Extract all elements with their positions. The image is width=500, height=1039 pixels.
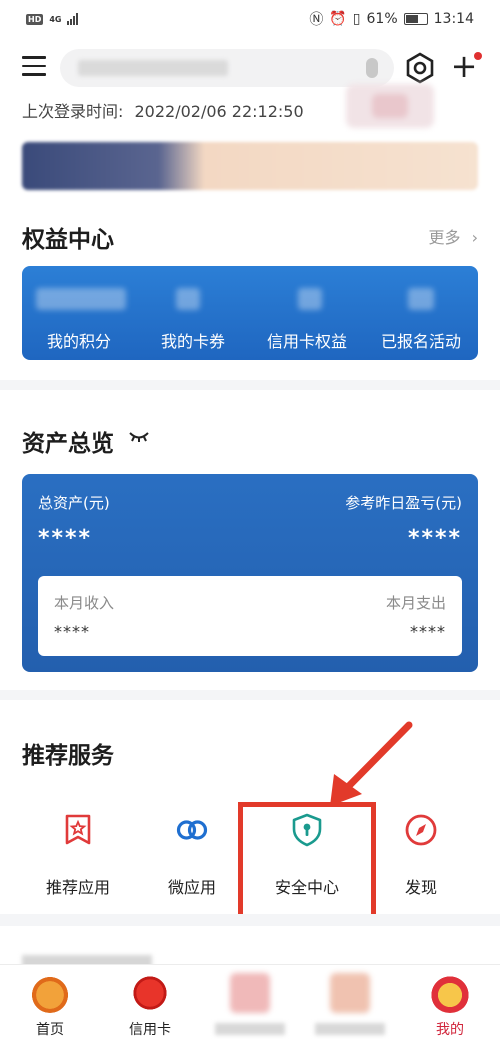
- bottom-tab-bar: 首页 信用卡 我的: [0, 964, 500, 1039]
- last-login-value: 2022/02/06 22:12:50: [134, 102, 304, 121]
- star-flag-icon: [65, 814, 91, 845]
- rights-value-blurred: [176, 288, 200, 310]
- blurred-icon: [330, 973, 370, 1013]
- rights-item-activities[interactable]: 已报名活动: [364, 328, 478, 352]
- vibrate-icon: ▯: [352, 11, 361, 27]
- link-rings-icon: [176, 820, 208, 840]
- last-login: 上次登录时间: 2022/02/06 22:12:50: [22, 98, 304, 122]
- nfc-icon: Ⓝ: [309, 12, 324, 28]
- month-summary: 本月收入 本月支出 **** ****: [38, 576, 462, 656]
- signal-icon: [67, 13, 79, 25]
- network-label: 4G: [49, 14, 62, 24]
- lantern-icon: [130, 973, 170, 1013]
- more-link[interactable]: 更多 ›: [428, 224, 478, 248]
- rights-item-points[interactable]: 我的积分: [22, 328, 136, 352]
- section-divider: [0, 380, 500, 390]
- rights-card: 我的积分 我的卡券 信用卡权益 已报名活动: [22, 266, 478, 360]
- yesterday-pnl-label: 参考昨日盈亏(元): [345, 494, 462, 512]
- hamburger-menu-icon[interactable]: [22, 56, 46, 78]
- tab-label-blurred: [215, 1023, 285, 1035]
- tab-blurred-1[interactable]: [200, 965, 300, 1039]
- hd-icon: HD: [26, 13, 44, 25]
- battery-percent: 61%: [366, 11, 398, 27]
- avatar[interactable]: [346, 84, 434, 128]
- service-label: 发现: [404, 878, 437, 897]
- lion-mascot-icon: [430, 973, 470, 1013]
- tab-blurred-2[interactable]: [300, 965, 400, 1039]
- rights-value-blurred: [36, 288, 126, 310]
- search-placeholder-blurred: [78, 60, 228, 76]
- compass-icon: [405, 814, 437, 846]
- alarm-icon: ⏰: [329, 11, 347, 27]
- section-divider: [0, 914, 500, 926]
- status-bar: HD 4G Ⓝ ⏰ ▯ 61% 13:14: [0, 0, 500, 38]
- search-input[interactable]: [60, 49, 394, 87]
- service-label: 推荐应用: [45, 878, 110, 897]
- status-right: Ⓝ ⏰ ▯ 61% 13:14: [309, 9, 474, 29]
- month-income-label: 本月收入: [54, 594, 115, 612]
- promo-banner[interactable]: [22, 142, 478, 190]
- service-label: 微应用: [167, 878, 216, 897]
- assets-title: 资产总览: [22, 431, 114, 457]
- rights-item-credit-benefits[interactable]: 信用卡权益: [250, 328, 364, 352]
- service-discover[interactable]: 发现: [371, 812, 471, 898]
- tab-label: 首页: [36, 1022, 64, 1038]
- rights-item-coupons[interactable]: 我的卡券: [136, 328, 250, 352]
- hexagon-scan-icon[interactable]: [404, 52, 436, 84]
- services-title: 推荐服务: [22, 743, 114, 769]
- last-login-label: 上次登录时间:: [22, 102, 124, 121]
- service-micro-apps[interactable]: 微应用: [142, 812, 242, 898]
- month-income-value: ****: [54, 622, 90, 641]
- chevron-right-icon: ›: [471, 228, 478, 247]
- tab-credit-card[interactable]: 信用卡: [100, 965, 200, 1039]
- status-left: HD 4G: [26, 13, 79, 25]
- eye-closed-icon[interactable]: [128, 430, 150, 444]
- tab-label-blurred: [315, 1023, 385, 1035]
- rights-value-blurred: [408, 288, 434, 310]
- clock: 13:14: [433, 11, 474, 27]
- notification-dot: [474, 52, 482, 60]
- month-expense-value: ****: [410, 622, 446, 641]
- month-expense-label: 本月支出: [385, 594, 446, 612]
- tab-label: 我的: [436, 1022, 464, 1038]
- total-assets-label: 总资产(元): [38, 494, 110, 512]
- section-divider: [0, 690, 500, 700]
- more-label: 更多: [428, 228, 461, 247]
- tab-mine[interactable]: 我的: [400, 965, 500, 1039]
- service-recommended-apps[interactable]: 推荐应用: [28, 812, 128, 898]
- rights-items: 我的积分 我的卡券 信用卡权益 已报名活动: [22, 328, 478, 352]
- microphone-icon[interactable]: [366, 58, 378, 78]
- rights-center-title: 权益中心: [22, 227, 114, 253]
- annotation-highlight-box: [238, 802, 376, 922]
- yesterday-pnl-value: ****: [407, 526, 462, 551]
- tiger-icon: [30, 973, 70, 1013]
- asset-card[interactable]: 总资产(元) 参考昨日盈亏(元) **** **** 本月收入 本月支出 ***…: [22, 474, 478, 672]
- battery-icon: [403, 13, 428, 25]
- tab-label: 信用卡: [129, 1022, 171, 1038]
- total-assets-value: ****: [38, 526, 93, 551]
- blurred-icon: [230, 973, 270, 1013]
- tab-home[interactable]: 首页: [0, 965, 100, 1039]
- rights-value-blurred: [298, 288, 322, 310]
